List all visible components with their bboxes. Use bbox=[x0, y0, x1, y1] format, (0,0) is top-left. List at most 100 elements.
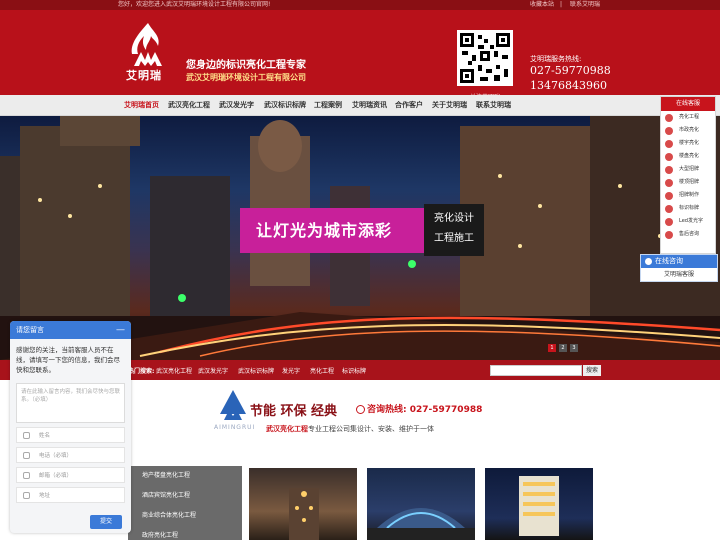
slogan-sub: 武汉亮化工程专业工程公司集设计、安装、维护于一体 bbox=[266, 424, 434, 434]
nav-lighting[interactable]: 武汉亮化工程 bbox=[168, 95, 210, 116]
banner-sign-text: 让灯光为城市添彩 bbox=[256, 221, 393, 240]
contact-link[interactable]: 联系艾明瑞 bbox=[570, 1, 600, 8]
qr-code bbox=[457, 30, 513, 86]
nav-clients[interactable]: 合作客户 bbox=[395, 95, 423, 116]
slider-dot[interactable]: 1 bbox=[548, 344, 556, 352]
slider-dot[interactable]: 2 bbox=[559, 344, 567, 352]
phone-icon bbox=[356, 405, 365, 414]
service-item[interactable]: 楼盘亮化 bbox=[661, 150, 715, 163]
service-item[interactable]: 标识标牌 bbox=[661, 202, 715, 215]
flame-logo-icon bbox=[131, 23, 162, 66]
avatar-icon bbox=[665, 218, 673, 226]
hot-keyword[interactable]: 武汉发光字 bbox=[198, 366, 228, 375]
slogan-title: 节能 环保 经典 bbox=[250, 404, 338, 419]
avatar-icon bbox=[665, 205, 673, 213]
slogan-hotline: 咨询热线: 027-59770988 bbox=[356, 402, 482, 415]
online-consult-header[interactable]: 在线咨询 bbox=[641, 255, 717, 268]
category-item[interactable]: 酒店宾馆亮化工程 bbox=[128, 486, 242, 506]
case-thumbnail[interactable] bbox=[249, 468, 357, 540]
service-item[interactable]: 售后咨询 bbox=[661, 228, 715, 241]
avatar-icon bbox=[665, 192, 673, 200]
category-item[interactable]: 政府亮化工程 bbox=[128, 526, 242, 540]
search-button[interactable]: 搜索 bbox=[583, 365, 601, 376]
message-textarea[interactable]: 请在此输入留言内容，我们会尽快与您联系。（必填） bbox=[16, 383, 125, 423]
case-image bbox=[289, 488, 319, 540]
email-field[interactable]: 邮箱（必填） bbox=[16, 467, 125, 483]
phone-icon bbox=[23, 452, 30, 459]
slogan-sub-rest: 专业工程公司集设计、安装、维护于一体 bbox=[308, 425, 434, 433]
logo-mark-icon bbox=[220, 390, 246, 420]
banner-side-line-2: 工程施工 bbox=[434, 233, 474, 244]
case-image bbox=[519, 476, 559, 536]
mail-icon bbox=[23, 472, 30, 479]
avatar-icon bbox=[665, 140, 673, 148]
leave-message-panel: 请您留言 — 感谢您的关注，当前客服人员不在线，请填写一下您的信息，我们会尽快和… bbox=[10, 321, 131, 533]
case-thumbnail[interactable] bbox=[485, 468, 593, 540]
site-logo[interactable]: 艾明瑞 bbox=[126, 22, 168, 84]
location-icon bbox=[23, 492, 30, 499]
message-header: 请您留言 — bbox=[10, 321, 131, 339]
category-list: 地产楼盘亮化工程 酒店宾馆亮化工程 商业综合体亮化工程 政府亮化工程 bbox=[128, 466, 242, 540]
name-field[interactable]: 姓名 bbox=[16, 427, 125, 443]
chat-icon bbox=[645, 258, 652, 265]
nav-cases[interactable]: 工程案例 bbox=[314, 95, 342, 116]
nav-contact[interactable]: 联系艾明瑞 bbox=[476, 95, 511, 116]
nav-news[interactable]: 艾明瑞资讯 bbox=[352, 95, 387, 116]
submit-button[interactable]: 提交 bbox=[90, 515, 122, 529]
nav-luminous-letters[interactable]: 武汉发光字 bbox=[219, 95, 254, 116]
banner-sign: 让灯光为城市添彩 bbox=[240, 208, 424, 253]
avatar-icon bbox=[665, 114, 673, 122]
message-title: 请您留言 bbox=[16, 326, 44, 334]
address-field[interactable]: 地址 bbox=[16, 487, 125, 503]
slider-dot[interactable]: 3 bbox=[570, 344, 578, 352]
service-item[interactable]: 楼宇亮化 bbox=[661, 137, 715, 150]
service-item[interactable]: 大型招牌 bbox=[661, 163, 715, 176]
case-image bbox=[367, 508, 475, 540]
nav-home[interactable]: 艾明瑞首页 bbox=[124, 95, 159, 116]
hot-keyword[interactable]: 武汉标识标牌 bbox=[238, 366, 274, 375]
category-item[interactable]: 地产楼盘亮化工程 bbox=[128, 466, 242, 486]
user-icon bbox=[23, 432, 30, 439]
case-thumbnail[interactable] bbox=[367, 468, 475, 540]
banner-side-label: 亮化设计 工程施工 bbox=[424, 204, 484, 256]
online-agent[interactable]: 艾明瑞客服 bbox=[641, 268, 717, 282]
hot-keyword[interactable]: 发光字 bbox=[282, 366, 300, 375]
hotline-phone: 027-59770988 bbox=[530, 64, 611, 77]
hot-keyword[interactable]: 标识标牌 bbox=[342, 366, 366, 375]
service-item[interactable]: Led发光字 bbox=[661, 215, 715, 228]
slogan-sub-red: 武汉亮化工程 bbox=[266, 425, 308, 433]
minimize-icon[interactable]: — bbox=[116, 321, 125, 339]
avatar-icon bbox=[665, 153, 673, 161]
nav-signage[interactable]: 武汉标识标牌 bbox=[264, 95, 306, 116]
side-service-panel: 在线客服 亮化工程 市政亮化 楼宇亮化 楼盘亮化 大型招牌 楼顶招牌 招牌制作 … bbox=[660, 96, 716, 254]
main-nav: 艾明瑞首页 武汉亮化工程 武汉发光字 武汉标识标牌 工程案例 艾明瑞资讯 合作客… bbox=[0, 95, 720, 116]
category-item[interactable]: 商业综合体亮化工程 bbox=[128, 506, 242, 526]
service-item[interactable]: 招牌制作 bbox=[661, 189, 715, 202]
hot-keyword[interactable]: 武汉亮化工程 bbox=[156, 366, 192, 375]
hot-keyword[interactable]: 亮化工程 bbox=[310, 366, 334, 375]
bookmark-link[interactable]: 收藏本站 bbox=[530, 1, 554, 8]
avatar-icon bbox=[665, 231, 673, 239]
header-slogan: 您身边的标识亮化工程专家 bbox=[186, 60, 306, 71]
slogan-hotline-text: 咨询热线: 027-59770988 bbox=[367, 405, 483, 415]
service-item[interactable]: 楼顶招牌 bbox=[661, 176, 715, 189]
message-intro: 感谢您的关注，当前客服人员不在线，请填写一下您的信息，我们会尽快和您联系。 bbox=[16, 346, 120, 374]
avatar-icon bbox=[665, 179, 673, 187]
mobile-phone: 13476843960 bbox=[530, 79, 607, 92]
qr-code-icon bbox=[460, 33, 510, 83]
online-consult-widget[interactable]: 在线咨询 艾明瑞客服 bbox=[640, 254, 718, 282]
service-item[interactable]: 市政亮化 bbox=[661, 124, 715, 137]
nav-about[interactable]: 关于艾明瑞 bbox=[432, 95, 467, 116]
hotline-label: 艾明瑞服务热线: bbox=[530, 55, 582, 63]
avatar-icon bbox=[665, 166, 673, 174]
avatar-icon bbox=[665, 127, 673, 135]
site-header: 艾明瑞 您身边的标识亮化工程专家 武汉艾明瑞环境设计工程有限公司 关注艾明瑞 艾… bbox=[0, 10, 720, 101]
service-item[interactable]: 亮化工程 bbox=[661, 111, 715, 124]
slogan-en: AIMINGRUI bbox=[214, 424, 256, 431]
slider-dots: 123 bbox=[548, 342, 581, 352]
banner-side-line-1: 亮化设计 bbox=[434, 213, 474, 224]
side-service-title: 在线客服 bbox=[661, 97, 715, 111]
phone-field[interactable]: 电话（必填） bbox=[16, 447, 125, 463]
hot-search-label: 热门搜索: bbox=[128, 368, 155, 375]
search-input[interactable] bbox=[490, 365, 582, 376]
